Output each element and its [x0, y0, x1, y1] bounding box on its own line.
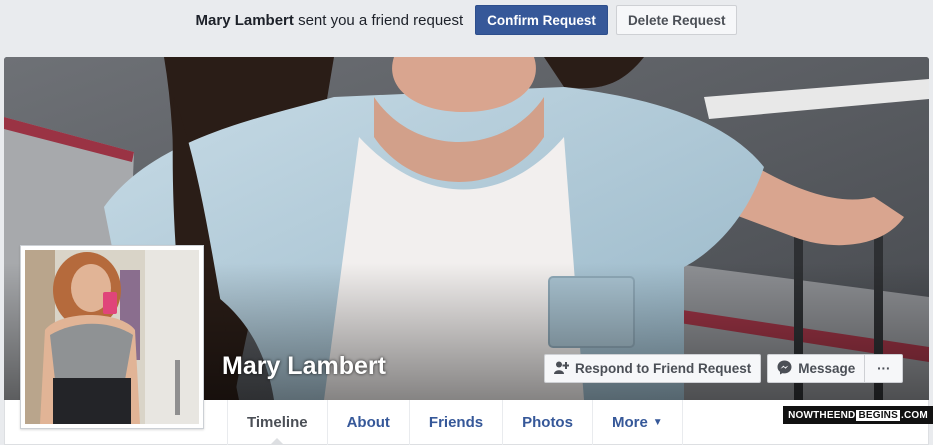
requester-name[interactable]: Mary Lambert — [196, 12, 294, 29]
tab-more[interactable]: More ▼ — [593, 400, 683, 445]
request-message: sent you a friend request — [298, 11, 464, 29]
tab-timeline[interactable]: Timeline — [227, 400, 328, 445]
profile-photo-image — [25, 250, 199, 424]
delete-request-button[interactable]: Delete Request — [615, 5, 738, 35]
tab-about[interactable]: About — [328, 400, 410, 445]
confirm-request-button[interactable]: Confirm Request — [475, 5, 608, 35]
message-button-group: Message ··· — [767, 354, 904, 383]
messenger-icon — [777, 360, 792, 378]
tab-friends[interactable]: Friends — [410, 400, 504, 445]
tab-photos[interactable]: Photos — [503, 400, 593, 445]
watermark-highlight: BEGINS — [856, 409, 900, 421]
respond-label: Respond to Friend Request — [575, 361, 752, 376]
add-friend-icon — [554, 361, 570, 377]
profile-name[interactable]: Mary Lambert — [222, 352, 386, 381]
watermark: NOWTHEEND BEGINS .COM — [783, 406, 933, 424]
tab-more-label: More — [611, 414, 648, 431]
more-actions-button[interactable]: ··· — [865, 354, 904, 383]
cover-actions: Respond to Friend Request Message ··· — [544, 354, 904, 383]
profile-picture[interactable] — [20, 245, 204, 429]
caret-down-icon: ▼ — [652, 417, 663, 428]
friend-request-text: Mary Lambert sent you a friend request — [196, 12, 464, 29]
respond-friend-request-button[interactable]: Respond to Friend Request — [544, 354, 762, 383]
message-label: Message — [798, 361, 856, 376]
watermark-prefix: NOWTHEEND — [788, 409, 856, 421]
watermark-suffix: .COM — [900, 409, 928, 421]
profile-tabs: Timeline About Friends Photos More ▼ — [227, 400, 683, 445]
message-button[interactable]: Message — [767, 354, 866, 383]
friend-request-bar: Mary Lambert sent you a friend request C… — [0, 0, 933, 40]
